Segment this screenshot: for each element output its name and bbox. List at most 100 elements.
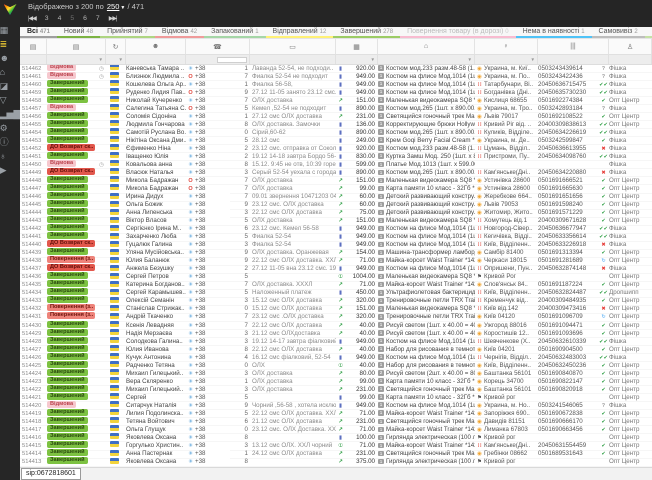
video-icon[interactable]: ▶ <box>0 166 20 175</box>
app-logo-icon[interactable] <box>4 4 17 15</box>
payment-icon-cod: ↗ <box>336 249 345 257</box>
product-filter-caret-icon[interactable]: ▼ <box>468 57 472 62</box>
comment: 21.12 смс ОЛХ доставка <box>250 418 336 426</box>
phone-mask <box>206 161 230 167</box>
page-button-6[interactable]: 6 <box>83 15 87 22</box>
status-badge: Завершений <box>47 184 88 191</box>
status-filter-caret-icon[interactable]: ▼ <box>99 57 103 62</box>
tab-6[interactable]: Відправлений12 <box>266 27 334 38</box>
payment-icon-cod: ↗ <box>336 378 345 386</box>
product-column-icon[interactable]: ⌂ <box>378 39 475 54</box>
manager: Опт Центр <box>609 193 652 201</box>
info-icon[interactable]: ⓘ <box>0 138 20 147</box>
price: 40.00 <box>345 330 378 338</box>
payment-column-icon[interactable]: ▦ <box>336 39 378 54</box>
product-name: Рисуй светом (1шт. х 40.00 = 40.. <box>386 322 475 329</box>
source-icon-snow: ✳ <box>186 313 195 321</box>
tab-10[interactable]: Самовивіз2 <box>592 27 645 38</box>
order-id: 514416 <box>20 434 47 442</box>
product-name: Гирлянда электрическая (100 л.. <box>386 458 475 465</box>
tab-8[interactable]: Повернення товару (в дорозі)0 <box>400 27 516 38</box>
customer-name: Катерина Богданов.. <box>126 281 186 289</box>
page-size-caret-icon[interactable]: ▼ <box>120 5 125 11</box>
first-page-button[interactable]: |◀◀ <box>28 15 36 22</box>
location-filter-caret-icon[interactable]: ▼ <box>531 57 535 62</box>
price-tag-icon[interactable]: ◪ <box>0 82 20 91</box>
customer-name: Руденко Лидия Пав.. <box>126 89 186 97</box>
tab-3[interactable]: Прийнятий7 <box>100 27 155 38</box>
phone-mask <box>206 450 230 456</box>
barcode-column-icon[interactable]: ||| <box>538 39 609 54</box>
phone-filter[interactable] <box>186 55 250 64</box>
customer-name: Кучук Антонина <box>126 354 186 362</box>
tab-2[interactable]: Новий48 <box>57 27 100 38</box>
manager: Фішка <box>609 225 652 233</box>
tab-1[interactable]: Всі471 <box>20 27 57 38</box>
refresh-filter[interactable]: ▼ <box>106 55 126 64</box>
funnel-icon[interactable]: ▽ <box>0 96 20 105</box>
location-filter[interactable]: ▼ <box>475 55 538 64</box>
page-button-5[interactable]: 5 <box>70 15 74 22</box>
customers-icon[interactable]: ☻ <box>0 54 20 63</box>
comment: 22.12 смс ОЛХ доставка <box>250 322 336 330</box>
ukraine-flag-icon <box>110 361 119 367</box>
phone-mask <box>206 426 230 432</box>
status-badge: Завершений <box>47 433 88 440</box>
payment-filter[interactable]: ▼ <box>336 55 378 64</box>
customer-name: Ксенія Левадняя <box>126 322 186 330</box>
tab-5[interactable]: Запакований1 <box>204 27 265 38</box>
product-name: Рисуй светом (2шт. х 40.00 = 80.. <box>386 370 475 377</box>
source-icon-snow: ✳ <box>186 145 195 153</box>
customer-column-icon[interactable]: ☻ <box>126 39 186 54</box>
comment-column-icon[interactable]: ▭ <box>250 39 336 54</box>
tab-4[interactable]: Відмова42 <box>155 27 204 38</box>
customer-filter[interactable] <box>126 55 186 64</box>
page-button-4[interactable]: 4 <box>58 15 62 22</box>
product-filter[interactable]: ▼ <box>378 55 475 64</box>
comment: 21.12 смс ОЛХдоставка <box>250 330 336 338</box>
source-icon-snow: ✳ <box>186 121 195 129</box>
ukraine-flag-icon <box>110 72 119 78</box>
bank-icon[interactable]: ⌂ <box>0 68 20 77</box>
status-column-icon[interactable]: ▤ <box>47 39 106 54</box>
orders-icon[interactable]: ≣ <box>0 40 20 49</box>
shop-icon-olx: ◉ <box>475 322 484 330</box>
tab-11[interactable]: Сервіси0 <box>645 27 652 38</box>
settings-icon[interactable]: ⚙ <box>0 124 20 133</box>
tab-7[interactable]: Завершений278 <box>333 27 400 38</box>
id-filter[interactable] <box>20 55 47 64</box>
stats-icon[interactable]: ▂▅▇ <box>0 110 20 119</box>
phone: +38 <box>195 145 239 153</box>
product: 1Куртка Замш Мод. 250 (1шт. х 8.. <box>378 153 475 161</box>
payment-icon-cod: ↗ <box>336 193 345 201</box>
phone-filter-input[interactable] <box>217 57 247 63</box>
manager-column-icon[interactable]: ♙ <box>609 39 652 54</box>
ttn-status-icon-ok: ✔ <box>598 193 609 201</box>
page-size-dropdown[interactable]: 250 <box>107 2 120 11</box>
price: 949.00 <box>345 73 378 81</box>
ukraine-flag-icon <box>110 241 119 247</box>
comment-filter[interactable] <box>250 55 336 64</box>
ttn-status-icon-ok: ✔ <box>598 297 609 305</box>
tab-9[interactable]: Нема в наявності1 <box>516 27 592 38</box>
last-page-button[interactable]: ▶▶| <box>109 15 117 22</box>
product-name: Платье Мод.1013 (1шт. х 599.00.. <box>386 161 475 168</box>
page-button-7[interactable]: 7 <box>96 15 100 22</box>
payment-filter-caret-icon[interactable]: ▼ <box>371 57 375 62</box>
status-filter[interactable]: ▼ <box>47 55 106 64</box>
phone: +38 <box>195 81 239 89</box>
price: 375.00 <box>345 458 378 466</box>
order-row[interactable]: 514413ЗавершенийЯковлева Оксана✳+388↗375… <box>20 459 652 467</box>
source-icon-snow: ✳ <box>186 346 195 354</box>
phone-mask <box>206 338 230 344</box>
phone-column-icon[interactable]: ☎ <box>186 39 250 54</box>
order-id-column-icon[interactable]: ▤ <box>20 39 47 54</box>
page-button-3[interactable]: 3 <box>45 15 49 22</box>
globe-icon[interactable]: ♁ <box>0 152 20 161</box>
ttn-filter[interactable] <box>538 55 609 64</box>
manager-filter[interactable] <box>609 55 652 64</box>
location-column-icon[interactable]: ♀ <box>475 39 538 54</box>
dashboard-icon[interactable]: ▦ <box>0 26 20 35</box>
refresh-column-icon[interactable]: ↻ <box>106 39 126 54</box>
refresh-filter-caret-icon[interactable]: ▼ <box>119 57 123 62</box>
